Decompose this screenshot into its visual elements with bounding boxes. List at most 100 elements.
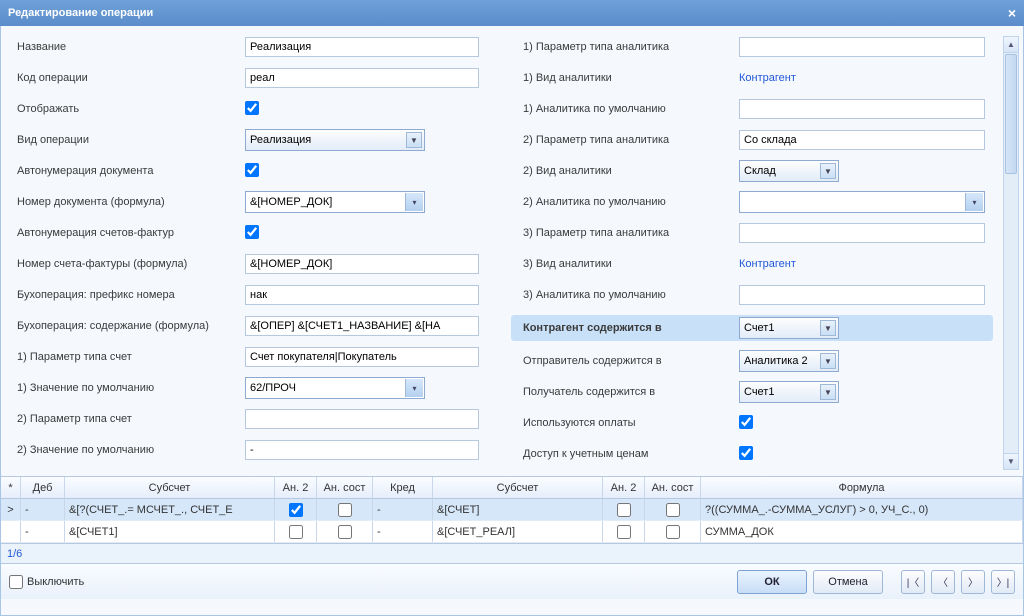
- docnum-combo[interactable]: &[НОМЕР_ДОК]▾: [245, 191, 425, 213]
- nav-prev-button[interactable]: 〈: [931, 570, 955, 594]
- d2an-label: 2) Аналитика по умолчанию: [511, 196, 739, 208]
- scroll-thumb[interactable]: [1005, 54, 1017, 174]
- pay-checkbox[interactable]: [739, 415, 753, 429]
- cell-ansost1[interactable]: [317, 499, 373, 520]
- d2an-combo[interactable]: ▾: [739, 191, 985, 213]
- buhpref-label: Бухоперация: префикс номера: [5, 289, 245, 301]
- grid-col-formula[interactable]: Формула: [701, 477, 1023, 498]
- v1an-link[interactable]: Контрагент: [739, 72, 796, 84]
- p1def-label: 1) Значение по умолчанию: [5, 382, 245, 394]
- grid-col-deb[interactable]: Деб: [21, 477, 65, 498]
- autonumsf-label: Автонумерация счетов-фактур: [5, 227, 245, 239]
- grid-row[interactable]: > - &[?(СЧЕТ_.= МСЧЕТ_., СЧЕТ_Е - &[СЧЕТ…: [1, 499, 1023, 521]
- recv-combo[interactable]: Счет1▼: [739, 381, 839, 403]
- p1an-input[interactable]: [739, 37, 985, 57]
- cell-ansost2[interactable]: [645, 521, 701, 542]
- send-label: Отправитель содержится в: [511, 355, 739, 367]
- chevron-down-icon: ▼: [820, 320, 836, 336]
- scroll-track[interactable]: [1004, 175, 1018, 453]
- grid-footer: 1/6: [1, 543, 1023, 563]
- cell-sub2[interactable]: &[СЧЕТ]: [433, 499, 603, 520]
- chevron-down-icon: ▾: [405, 379, 423, 397]
- v3an-link[interactable]: Контрагент: [739, 258, 796, 270]
- buhcont-input[interactable]: [245, 316, 479, 336]
- chevron-down-icon: ▼: [820, 384, 836, 400]
- nav-first-button[interactable]: |〈: [901, 570, 925, 594]
- cell-an2-1[interactable]: [275, 499, 317, 520]
- scroll-down-icon[interactable]: ▼: [1004, 453, 1018, 469]
- d1an-input[interactable]: [739, 99, 985, 119]
- form-scrollbar[interactable]: ▲ ▼: [1003, 36, 1019, 470]
- disable-checkbox-label[interactable]: Выключить: [9, 575, 84, 589]
- cell-sub1[interactable]: &[?(СЧЕТ_.= МСЧЕТ_., СЧЕТ_Е: [65, 499, 275, 520]
- show-checkbox[interactable]: [245, 101, 259, 115]
- price-label: Доступ к учетным ценам: [511, 448, 739, 460]
- cell-sub1[interactable]: &[СЧЕТ1]: [65, 521, 275, 542]
- p1an-label: 1) Параметр типа аналитика: [511, 41, 739, 53]
- cell-ansost2[interactable]: [645, 499, 701, 520]
- v1an-label: 1) Вид аналитики: [511, 72, 739, 84]
- v2an-label: 2) Вид аналитики: [511, 165, 739, 177]
- grid-col-ansost1[interactable]: Ан. сост: [317, 477, 373, 498]
- nav-next-button[interactable]: 〉: [961, 570, 985, 594]
- cell-ansost1[interactable]: [317, 521, 373, 542]
- autonumdoc-checkbox[interactable]: [245, 163, 259, 177]
- p3an-input[interactable]: [739, 223, 985, 243]
- p2acc-input[interactable]: [245, 409, 479, 429]
- code-input[interactable]: [245, 68, 479, 88]
- cell-an2-2[interactable]: [603, 521, 645, 542]
- titlebar: Редактирование операции ×: [0, 0, 1024, 26]
- right-column: 1) Параметр типа аналитика 1) Вид аналит…: [511, 36, 993, 470]
- code-label: Код операции: [5, 72, 245, 84]
- grid-col-ansost2[interactable]: Ан. сост: [645, 477, 701, 498]
- grid-col-an2-1[interactable]: Ан. 2: [275, 477, 317, 498]
- cancel-button[interactable]: Отмена: [813, 570, 883, 594]
- cell-sub2[interactable]: &[СЧЕТ_РЕАЛ]: [433, 521, 603, 542]
- v3an-label: 3) Вид аналитики: [511, 258, 739, 270]
- d3an-input[interactable]: [739, 285, 985, 305]
- autonumsf-checkbox[interactable]: [245, 225, 259, 239]
- cell-formula[interactable]: ?((СУММА_.-СУММА_УСЛУГ) > 0, УЧ_С., 0): [701, 499, 1023, 520]
- autonumdoc-label: Автонумерация документа: [5, 165, 245, 177]
- p1def-combo[interactable]: 62/ПРОЧ▾: [245, 377, 425, 399]
- scroll-up-icon[interactable]: ▲: [1004, 37, 1018, 53]
- kontr-combo[interactable]: Счет1▼: [739, 317, 839, 339]
- p2def-input[interactable]: [245, 440, 479, 460]
- cell-an2-2[interactable]: [603, 499, 645, 520]
- cell-deb[interactable]: -: [21, 499, 65, 520]
- chevron-down-icon: ▼: [820, 163, 836, 179]
- sfnum-input[interactable]: [245, 254, 479, 274]
- cell-deb[interactable]: -: [21, 521, 65, 542]
- sfnum-label: Номер счета-фактуры (формула): [5, 258, 245, 270]
- cell-an2-1[interactable]: [275, 521, 317, 542]
- grid-row[interactable]: - &[СЧЕТ1] - &[СЧЕТ_РЕАЛ] СУММА_ДОК: [1, 521, 1023, 543]
- nav-last-button[interactable]: 〉|: [991, 570, 1015, 594]
- disable-checkbox[interactable]: [9, 575, 23, 589]
- row-selector: >: [1, 499, 21, 520]
- send-combo[interactable]: Аналитика 2▼: [739, 350, 839, 372]
- p2an-label: 2) Параметр типа аналитика: [511, 134, 739, 146]
- p3an-label: 3) Параметр типа аналитика: [511, 227, 739, 239]
- grid-col-star[interactable]: *: [1, 477, 21, 498]
- chevron-down-icon: ▾: [405, 193, 423, 211]
- grid-col-kred[interactable]: Кред: [373, 477, 433, 498]
- cell-formula[interactable]: СУММА_ДОК: [701, 521, 1023, 542]
- v2an-combo[interactable]: Склад▼: [739, 160, 839, 182]
- cell-kred[interactable]: -: [373, 521, 433, 542]
- p2an-input[interactable]: [739, 130, 985, 150]
- price-checkbox[interactable]: [739, 446, 753, 460]
- cell-kred[interactable]: -: [373, 499, 433, 520]
- close-icon[interactable]: ×: [1008, 5, 1016, 21]
- grid-col-sub2[interactable]: Субсчет: [433, 477, 603, 498]
- d3an-label: 3) Аналитика по умолчанию: [511, 289, 739, 301]
- grid-col-an2-2[interactable]: Ан. 2: [603, 477, 645, 498]
- buhcont-label: Бухоперация: содержание (формула): [5, 320, 245, 332]
- name-label: Название: [5, 41, 245, 53]
- type-combo[interactable]: Реализация▼: [245, 129, 425, 151]
- p2acc-label: 2) Параметр типа счет: [5, 413, 245, 425]
- ok-button[interactable]: ОК: [737, 570, 807, 594]
- p1acc-input[interactable]: [245, 347, 479, 367]
- grid-col-sub1[interactable]: Субсчет: [65, 477, 275, 498]
- buhpref-input[interactable]: [245, 285, 479, 305]
- name-input[interactable]: [245, 37, 479, 57]
